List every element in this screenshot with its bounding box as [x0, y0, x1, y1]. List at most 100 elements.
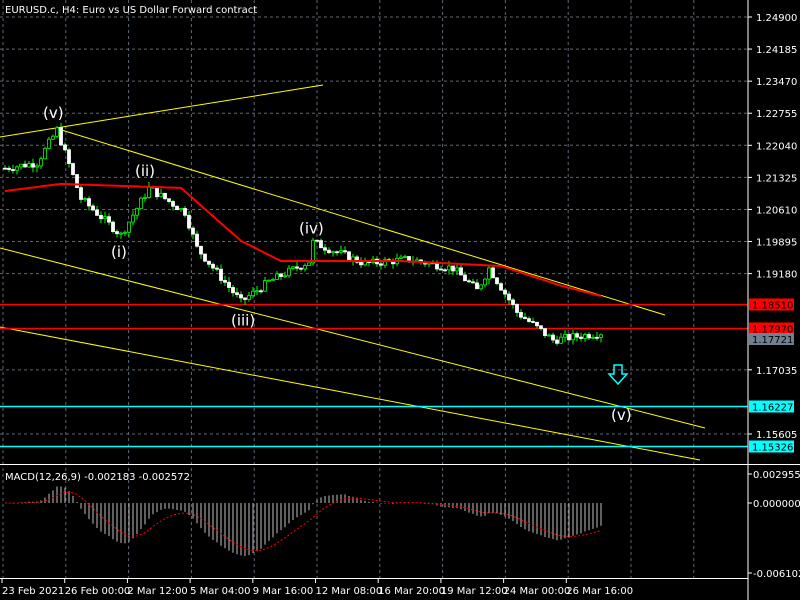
- candle-body: [531, 321, 535, 323]
- candle-body: [491, 267, 495, 279]
- candle-body: [15, 166, 19, 171]
- candle-body: [279, 273, 283, 277]
- candle-body: [287, 267, 291, 277]
- macd-tick-label: 0.000000: [753, 499, 800, 510]
- wave-label: (iii): [231, 312, 255, 330]
- candle-body: [587, 334, 591, 339]
- price-tick-label: 1.22040: [756, 141, 797, 152]
- candle-body: [507, 293, 511, 301]
- candle-body: [379, 263, 383, 266]
- candle-body: [475, 282, 479, 290]
- candle-body: [343, 250, 347, 253]
- candle-body: [359, 261, 363, 266]
- price-tick-label: 1.24900: [756, 13, 797, 24]
- macd-tick-label: 0.002955: [753, 470, 800, 481]
- candle-body: [91, 205, 95, 211]
- level-price-label: 1.16227: [752, 403, 793, 414]
- candle-body: [327, 249, 331, 254]
- candle-body: [175, 205, 179, 211]
- moving-average-line: [4, 182, 602, 297]
- candle-body: [463, 274, 467, 282]
- time-tick-label: 9 Mar 16:00: [253, 586, 313, 597]
- candle-body: [271, 279, 275, 281]
- candle-body: [459, 267, 463, 276]
- candle-body: [399, 256, 403, 259]
- candle-body: [551, 334, 555, 341]
- candle-body: [527, 318, 531, 322]
- chart-window[interactable]: (v) (ii) (i) (iv) (iii) (v) 1.24900 1.24185 1.2…: [0, 0, 800, 600]
- candle-body: [27, 163, 31, 168]
- candle-body: [467, 280, 471, 283]
- candle-body: [291, 266, 295, 269]
- price-tick-label: 1.19180: [756, 270, 797, 281]
- candle-body: [447, 265, 451, 271]
- candle-body: [31, 163, 35, 168]
- candle-body: [131, 214, 135, 223]
- candle-body: [503, 289, 507, 295]
- candle-body: [83, 198, 87, 201]
- candle-body: [539, 325, 543, 330]
- candle-body: [571, 333, 575, 341]
- candle-body: [3, 167, 7, 170]
- candle-body: [347, 251, 351, 261]
- candle-body: [563, 334, 567, 338]
- price-tick-label: 1.15605: [756, 430, 797, 441]
- candle-body: [23, 163, 27, 168]
- candle-body: [483, 278, 487, 286]
- candle-body: [191, 227, 195, 235]
- channel-line: [54, 127, 666, 316]
- candle-body: [51, 135, 55, 140]
- candle-body: [403, 256, 407, 258]
- candle-body: [451, 265, 455, 272]
- candle-body: [235, 292, 239, 296]
- candle-body: [39, 158, 43, 167]
- candle-body: [595, 336, 599, 339]
- time-tick-label: 2 Mar 12:00: [127, 586, 187, 597]
- candle-body: [511, 299, 515, 305]
- candle-body: [163, 192, 167, 200]
- candle-body: [79, 187, 83, 200]
- candle-body: [575, 333, 579, 338]
- candle-body: [147, 186, 151, 198]
- candle-body: [315, 239, 319, 242]
- time-tick-label: 16 Mar 20:00: [378, 586, 445, 597]
- channel-line: [0, 326, 701, 461]
- candle-body: [351, 256, 355, 261]
- candle-body: [11, 169, 15, 171]
- price-tick-label: 1.19895: [756, 238, 797, 249]
- candle-body: [519, 312, 523, 318]
- candle-body: [555, 339, 559, 344]
- level-price-label: 1.15326: [752, 443, 793, 454]
- candle-body: [71, 163, 75, 175]
- candle-body: [111, 221, 115, 232]
- time-tick-label: 12 Mar 08:00: [316, 586, 383, 597]
- macd-label: MACD(12,26,9) -0.002183 -0.002572: [5, 472, 190, 483]
- channel-line: [0, 247, 706, 429]
- candle-body: [139, 197, 143, 209]
- candle-body: [43, 147, 47, 160]
- candle-body: [211, 263, 215, 269]
- wave-label: (i): [111, 243, 127, 261]
- candle-body: [135, 207, 139, 216]
- wave-label: (v): [611, 406, 632, 424]
- candle-body: [283, 275, 287, 278]
- candle-body: [299, 267, 303, 270]
- candle-body: [303, 265, 307, 270]
- bid-price-label: 1.17721: [752, 335, 793, 346]
- candle-body: [155, 187, 159, 198]
- candle-body: [99, 214, 103, 220]
- candle-body: [107, 216, 111, 223]
- candle-body: [227, 281, 231, 288]
- candle-body: [59, 127, 63, 146]
- candle-body: [331, 251, 335, 254]
- candle-body: [267, 279, 271, 282]
- price-chart[interactable]: (v) (ii) (i) (iv) (iii) (v) 1.24900 1.24185 1.2…: [0, 0, 800, 600]
- candle-body: [523, 316, 527, 320]
- time-tick-label: 19 Mar 12:00: [441, 586, 508, 597]
- candle-body: [115, 231, 119, 235]
- candle-body: [535, 321, 539, 327]
- candle-body: [339, 250, 343, 253]
- candle-body: [219, 268, 223, 281]
- time-tick-label: 5 Mar 04:00: [190, 586, 250, 597]
- candle-body: [171, 201, 175, 207]
